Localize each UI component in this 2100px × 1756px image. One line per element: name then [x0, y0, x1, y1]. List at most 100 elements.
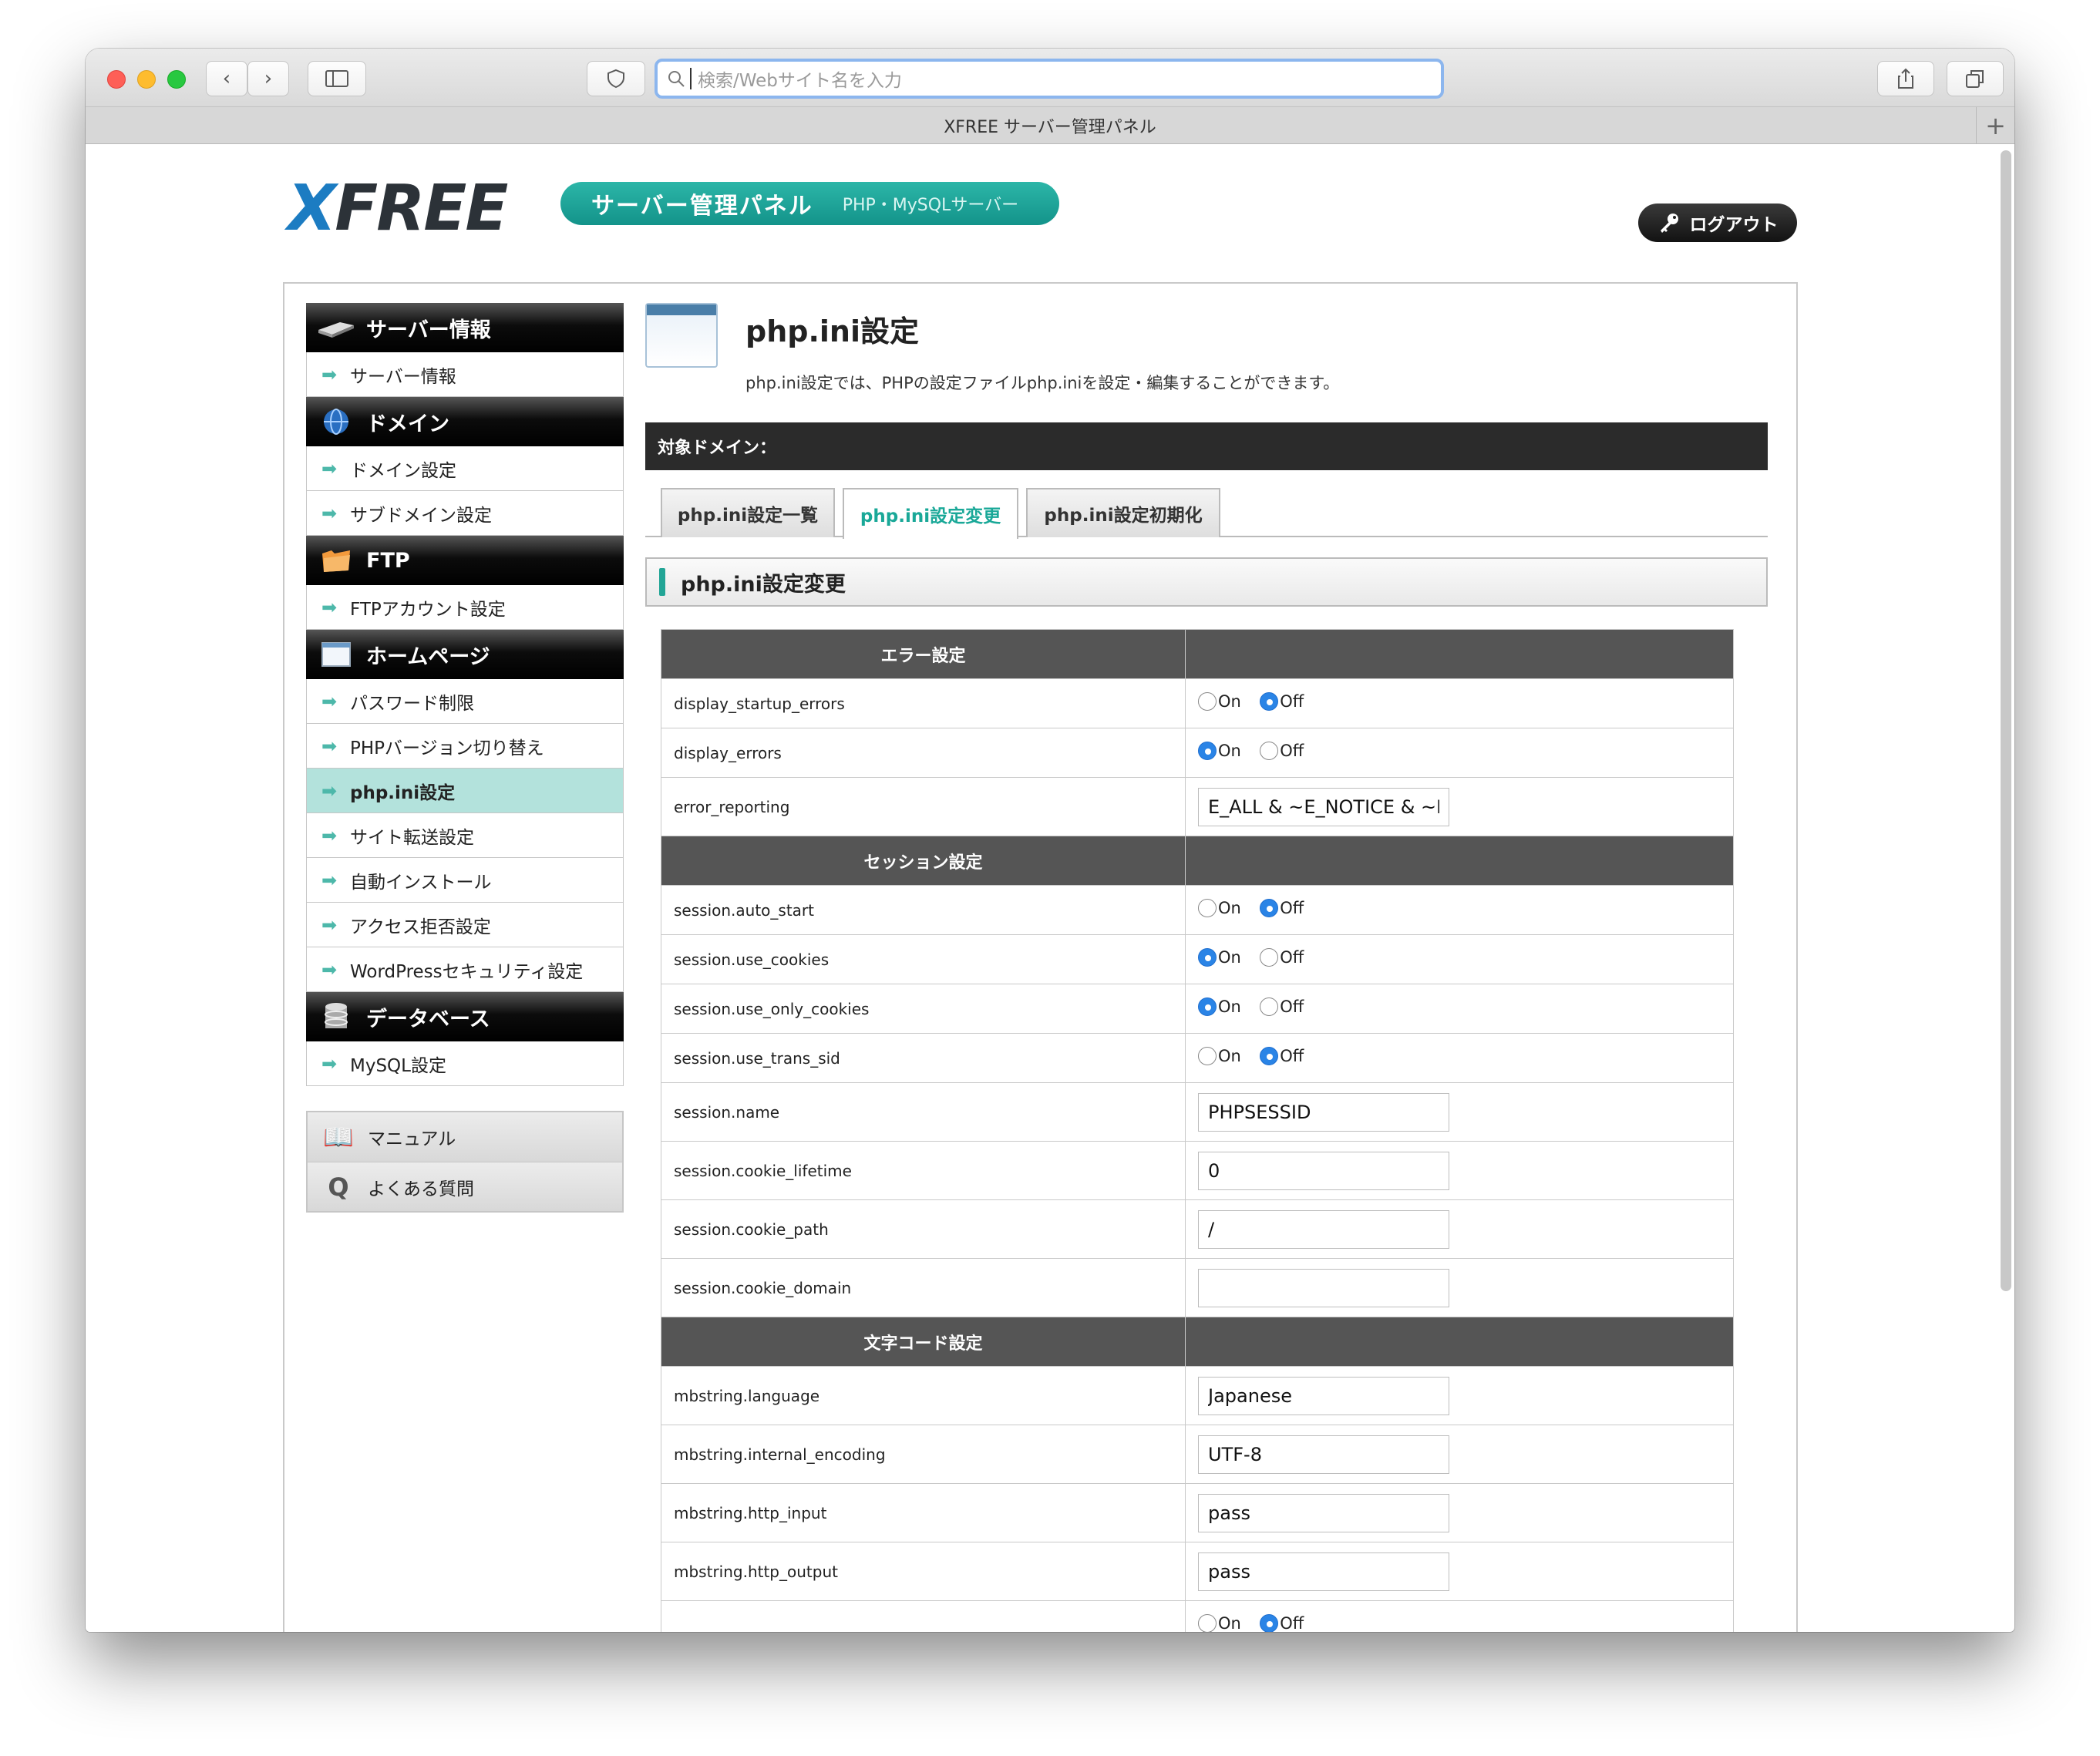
database-icon [317, 1001, 355, 1032]
sidebar-item-label: WordPressセキュリティ設定 [350, 961, 584, 982]
address-bar[interactable]: 検索/Webサイト名を入力 [655, 59, 1444, 99]
radio-on[interactable]: On [1198, 742, 1241, 760]
radio-off[interactable]: Off [1260, 899, 1304, 917]
sidebar-item-label: php.ini設定 [350, 782, 456, 803]
tab-label: php.ini設定一覧 [677, 506, 819, 526]
sidebar-toggle-button[interactable] [308, 61, 366, 96]
sidebar-item-ftp-account[interactable]: ➡ FTPアカウント設定 [306, 585, 624, 630]
sidebar-item-label: FTPアカウント設定 [350, 599, 506, 620]
key-icon [1660, 214, 1678, 233]
http-input-input[interactable] [1198, 1493, 1449, 1532]
table-row: session.use_trans_sid On Off [661, 1033, 1734, 1083]
tabs-overview-button[interactable] [1947, 61, 2004, 96]
radio-on[interactable]: On [1198, 899, 1241, 917]
cookie-path-input[interactable] [1198, 1209, 1449, 1249]
sidebar-item-password-restriction[interactable]: ➡ パスワード制限 [306, 679, 624, 724]
arrow-right-icon: ➡ [321, 596, 338, 618]
table-row: session.cookie_domain [661, 1258, 1734, 1317]
sidebar-item-php-version[interactable]: ➡ PHPバージョン切り替え [306, 724, 624, 769]
setting-name: mbstring.http_output [661, 1542, 1186, 1601]
search-icon [668, 71, 685, 87]
sidebar-item-php-ini[interactable]: ➡ php.ini設定 [306, 769, 624, 813]
back-button[interactable]: ‹ [206, 61, 247, 96]
arrow-right-icon: ➡ [321, 913, 338, 936]
book-icon: 📖 [323, 1122, 354, 1152]
radio-off[interactable]: Off [1260, 742, 1304, 760]
manual-link[interactable]: 📖 マニュアル [308, 1112, 622, 1162]
forward-button[interactable]: › [247, 61, 289, 96]
sidebar-item-mysql[interactable]: ➡ MySQL設定 [306, 1041, 624, 1086]
q-icon: Q [328, 1172, 349, 1202]
sidebar-head-ftp: FTP [306, 536, 624, 585]
radio-off[interactable]: Off [1260, 1614, 1304, 1632]
table-row: session.cookie_path [661, 1199, 1734, 1259]
sidebar-group-domain: ドメイン ➡ ドメイン設定 ➡ サブドメイン設定 [306, 397, 624, 536]
manual-label: マニュアル [368, 1129, 456, 1149]
window-icon [645, 303, 718, 368]
sidebar-item-site-redirect[interactable]: ➡ サイト転送設定 [306, 813, 624, 858]
browser-toolbar: ‹ › 検索/Webサイト名を入力 [86, 49, 2014, 107]
arrow-right-icon: ➡ [321, 457, 338, 479]
sidebar-item-label: アクセス拒否設定 [350, 917, 491, 937]
arrow-right-icon: ➡ [321, 502, 338, 524]
tab-php-ini-change[interactable]: php.ini設定変更 [843, 488, 1018, 539]
session-name-input[interactable] [1198, 1092, 1449, 1132]
privacy-shield-button[interactable] [587, 61, 645, 96]
sidebar-item-wordpress-security[interactable]: ➡ WordPressセキュリティ設定 [306, 947, 624, 992]
close-window-button[interactable] [107, 70, 126, 89]
radio-off[interactable]: Off [1260, 997, 1304, 1016]
tab-php-ini-list[interactable]: php.ini設定一覧 [661, 488, 835, 537]
radio-off[interactable]: Off [1260, 948, 1304, 967]
tab-list: php.ini設定一覧 php.ini設定変更 php.ini設定初期化 [645, 488, 1768, 539]
sidebar-item-access-deny[interactable]: ➡ アクセス拒否設定 [306, 903, 624, 947]
radio-on[interactable]: On [1198, 692, 1241, 711]
table-row: mbstring.http_input [661, 1483, 1734, 1542]
setting-name: mbstring.internal_encoding [661, 1425, 1186, 1484]
cookie-lifetime-input[interactable] [1198, 1151, 1449, 1190]
sidebar-group-database: データベース ➡ MySQL設定 [306, 992, 624, 1086]
address-placeholder: 検索/Webサイト名を入力 [698, 71, 902, 91]
cookie-domain-input[interactable] [1198, 1268, 1449, 1307]
group-title-session: セッション設定 [661, 836, 1186, 886]
sidebar-item-label: PHPバージョン切り替え [350, 738, 544, 759]
radio-on[interactable]: On [1198, 948, 1241, 967]
radio-on[interactable]: On [1198, 1047, 1241, 1065]
shield-icon [607, 69, 624, 89]
sidebar-group-homepage: ホームページ ➡ パスワード制限 ➡ PHPバージョン切り替え ➡ php.in… [306, 630, 624, 992]
browser-tab-title[interactable]: XFREE サーバー管理パネル [944, 113, 1156, 138]
panel-banner: サーバー管理パネル PHP・MySQLサーバー [560, 182, 1059, 225]
sidebar-head-label: サーバー情報 [366, 318, 491, 342]
group-header-row: セッション設定 [661, 836, 1734, 886]
sidebar-item-label: ドメイン設定 [350, 460, 456, 481]
zoom-window-button[interactable] [167, 70, 186, 89]
group-title-charset: 文字コード設定 [661, 1317, 1186, 1367]
radio-off[interactable]: Off [1260, 1047, 1304, 1065]
share-button[interactable] [1877, 61, 1934, 96]
mbstring-language-input[interactable] [1198, 1376, 1449, 1415]
setting-name: mbstring.http_input [661, 1483, 1186, 1542]
setting-name: session.use_cookies [661, 934, 1186, 984]
radio-off[interactable]: Off [1260, 692, 1304, 711]
logout-label: ログアウト [1689, 215, 1779, 235]
logout-button[interactable]: ログアウト [1638, 204, 1797, 242]
radio-on[interactable]: On [1198, 1614, 1241, 1632]
xfree-logo[interactable]: XFREE [288, 177, 508, 241]
new-tab-button[interactable]: + [1976, 107, 2014, 144]
page-description: php.ini設定では、PHPの設定ファイルphp.iniを設定・編集することが… [745, 374, 1340, 392]
section-heading: php.ini設定変更 [645, 557, 1768, 607]
table-row: display_errors On Off [661, 728, 1734, 778]
sidebar-item-subdomain-settings[interactable]: ➡ サブドメイン設定 [306, 491, 624, 536]
radio-on[interactable]: On [1198, 997, 1241, 1016]
internal-encoding-input[interactable] [1198, 1435, 1449, 1474]
tab-php-ini-reset[interactable]: php.ini設定初期化 [1026, 488, 1220, 537]
sidebar-item-auto-install[interactable]: ➡ 自動インストール [306, 858, 624, 903]
sidebar-item-domain-settings[interactable]: ➡ ドメイン設定 [306, 446, 624, 491]
vertical-scrollbar[interactable] [2001, 150, 2011, 1291]
sidebar-group-ftp: FTP ➡ FTPアカウント設定 [306, 536, 624, 630]
page-content: XFREE サーバー管理パネル PHP・MySQLサーバー ログアウト サーバー… [86, 145, 1997, 1632]
sidebar-item-server-info[interactable]: ➡ サーバー情報 [306, 352, 624, 397]
error-reporting-input[interactable] [1198, 787, 1449, 826]
http-output-input[interactable] [1198, 1552, 1449, 1591]
faq-link[interactable]: Q よくある質問 [308, 1162, 622, 1211]
minimize-window-button[interactable] [137, 70, 156, 89]
